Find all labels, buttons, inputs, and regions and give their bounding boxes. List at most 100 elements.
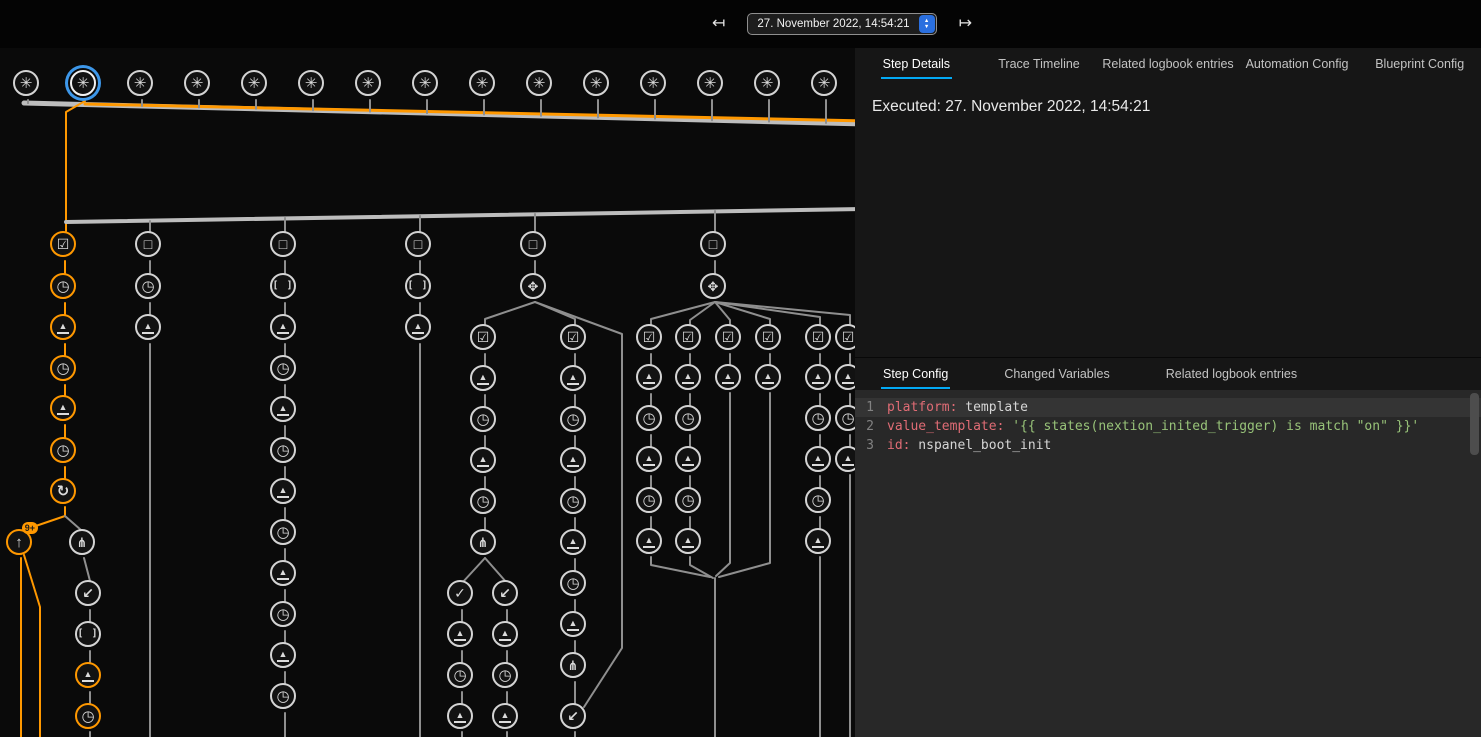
node-timer[interactable]: ◷ xyxy=(560,406,586,432)
tab-step-config[interactable]: Step Config xyxy=(855,358,976,390)
node-condition[interactable]: ☑ xyxy=(675,324,701,350)
tab-step-details[interactable]: Step Details xyxy=(855,48,978,80)
node-timer[interactable]: ◷ xyxy=(805,487,831,513)
node-parallel[interactable]: ✥ xyxy=(520,273,546,299)
node-device[interactable]: □ xyxy=(405,231,431,257)
node-timer[interactable]: ◷ xyxy=(675,487,701,513)
node-service[interactable]: ▲ xyxy=(50,314,76,340)
node-device[interactable]: □ xyxy=(135,231,161,257)
node-condition[interactable]: ☑ xyxy=(560,324,586,350)
node-brackets[interactable]: [ ] xyxy=(75,621,101,647)
node-service[interactable]: ▲ xyxy=(270,396,296,422)
node-brackets[interactable]: [ ] xyxy=(270,273,296,299)
node-service[interactable]: ▲ xyxy=(75,662,101,688)
trace-date-select[interactable]: 27. November 2022, 14:54:21 ▲ ▼ xyxy=(747,13,936,35)
node-service[interactable]: ▲ xyxy=(675,528,701,554)
node-service[interactable]: ▲ xyxy=(805,364,831,390)
node-condition[interactable]: ☑ xyxy=(636,324,662,350)
node-device[interactable]: □ xyxy=(520,231,546,257)
node-service[interactable]: ▲ xyxy=(447,621,473,647)
node-service[interactable]: ▲ xyxy=(715,364,741,390)
node-service[interactable]: ▲ xyxy=(492,703,518,729)
node-condition[interactable]: ☑ xyxy=(470,324,496,350)
node-service[interactable]: ▲ xyxy=(135,314,161,340)
node-timer[interactable]: ◷ xyxy=(492,662,518,688)
node-timer[interactable]: ◷ xyxy=(470,406,496,432)
node-service[interactable]: ▲ xyxy=(50,395,76,421)
tab-blueprint-config[interactable]: Blueprint Config xyxy=(1358,48,1481,80)
node-trigger[interactable]: ✳ xyxy=(583,70,609,96)
node-service[interactable]: ▲ xyxy=(835,364,855,390)
node-service[interactable]: ▲ xyxy=(470,447,496,473)
node-service[interactable]: ▲ xyxy=(560,611,586,637)
node-split[interactable]: ⋔ xyxy=(560,652,586,678)
node-service[interactable]: ▲ xyxy=(560,365,586,391)
node-service[interactable]: ▲ xyxy=(636,528,662,554)
node-timer[interactable]: ◷ xyxy=(50,437,76,463)
previous-trace-icon[interactable]: ↤ xyxy=(712,16,725,32)
node-service[interactable]: ▲ xyxy=(835,446,855,472)
node-trigger[interactable]: ✳ xyxy=(811,70,837,96)
node-timer[interactable]: ◷ xyxy=(270,437,296,463)
node-service[interactable]: ▲ xyxy=(270,478,296,504)
node-service[interactable]: ▲ xyxy=(755,364,781,390)
node-timer[interactable]: ◷ xyxy=(135,273,161,299)
node-service[interactable]: ▲ xyxy=(447,703,473,729)
node-condition[interactable]: ☑ xyxy=(835,324,855,350)
node-arrow-return[interactable]: ↙ xyxy=(560,703,586,729)
tab-automation-config[interactable]: Automation Config xyxy=(1236,48,1359,80)
node-service[interactable]: ▲ xyxy=(805,446,831,472)
node-condition[interactable]: ☑ xyxy=(715,324,741,350)
node-timer[interactable]: ◷ xyxy=(805,405,831,431)
tab-related-logbook-entries[interactable]: Related logbook entries xyxy=(1138,358,1325,390)
node-timer[interactable]: ◷ xyxy=(470,488,496,514)
node-service[interactable]: ▲ xyxy=(805,528,831,554)
node-timer[interactable]: ◷ xyxy=(270,601,296,627)
node-timer[interactable]: ◷ xyxy=(270,519,296,545)
tab-changed-variables[interactable]: Changed Variables xyxy=(976,358,1137,390)
node-service[interactable]: ▲ xyxy=(405,314,431,340)
node-service[interactable]: ▲ xyxy=(675,446,701,472)
node-arrow-return[interactable]: ↙ xyxy=(492,580,518,606)
node-trigger[interactable]: ✳ xyxy=(754,70,780,96)
node-arrow-return[interactable]: ↙ xyxy=(75,580,101,606)
node-service[interactable]: ▲ xyxy=(560,529,586,555)
node-condition[interactable]: ☑ xyxy=(805,324,831,350)
node-trigger[interactable]: ✳ xyxy=(355,70,381,96)
node-split[interactable]: ⋔ xyxy=(470,529,496,555)
node-timer[interactable]: ◷ xyxy=(636,405,662,431)
node-trigger[interactable]: ✳ xyxy=(241,70,267,96)
node-service[interactable]: ▲ xyxy=(470,365,496,391)
node-trigger[interactable]: ✳ xyxy=(526,70,552,96)
node-trigger[interactable]: ✳ xyxy=(184,70,210,96)
node-timer[interactable]: ◷ xyxy=(835,405,855,431)
node-service[interactable]: ▲ xyxy=(492,621,518,647)
node-service[interactable]: ▲ xyxy=(636,364,662,390)
node-trigger[interactable]: ✳ xyxy=(127,70,153,96)
node-trigger[interactable]: ✳ xyxy=(469,70,495,96)
node-arrow-up[interactable]: ↑9+ xyxy=(6,529,32,555)
node-trigger[interactable]: ✳ xyxy=(697,70,723,96)
node-timer[interactable]: ◷ xyxy=(270,683,296,709)
node-trigger[interactable]: ✳ xyxy=(298,70,324,96)
node-trigger[interactable]: ✳ xyxy=(412,70,438,96)
node-timer[interactable]: ◷ xyxy=(560,488,586,514)
node-split[interactable]: ⋔ xyxy=(69,529,95,555)
node-brackets[interactable]: [ ] xyxy=(405,273,431,299)
node-condition[interactable]: ☑ xyxy=(50,231,76,257)
node-timer[interactable]: ◷ xyxy=(50,273,76,299)
node-service[interactable]: ▲ xyxy=(636,446,662,472)
node-service[interactable]: ▲ xyxy=(270,314,296,340)
node-timer[interactable]: ◷ xyxy=(75,703,101,729)
node-service[interactable]: ▲ xyxy=(270,560,296,586)
node-device[interactable]: □ xyxy=(700,231,726,257)
node-timer[interactable]: ◷ xyxy=(50,355,76,381)
node-timer[interactable]: ◷ xyxy=(675,405,701,431)
node-service[interactable]: ▲ xyxy=(675,364,701,390)
node-check[interactable]: ✓ xyxy=(447,580,473,606)
step-config-editor[interactable]: 1platform: template2value_template: '{{ … xyxy=(855,390,1481,737)
node-timer[interactable]: ◷ xyxy=(636,487,662,513)
scrollbar-thumb[interactable] xyxy=(1470,393,1479,455)
next-trace-icon[interactable]: ↦ xyxy=(959,16,972,32)
node-device[interactable]: □ xyxy=(270,231,296,257)
